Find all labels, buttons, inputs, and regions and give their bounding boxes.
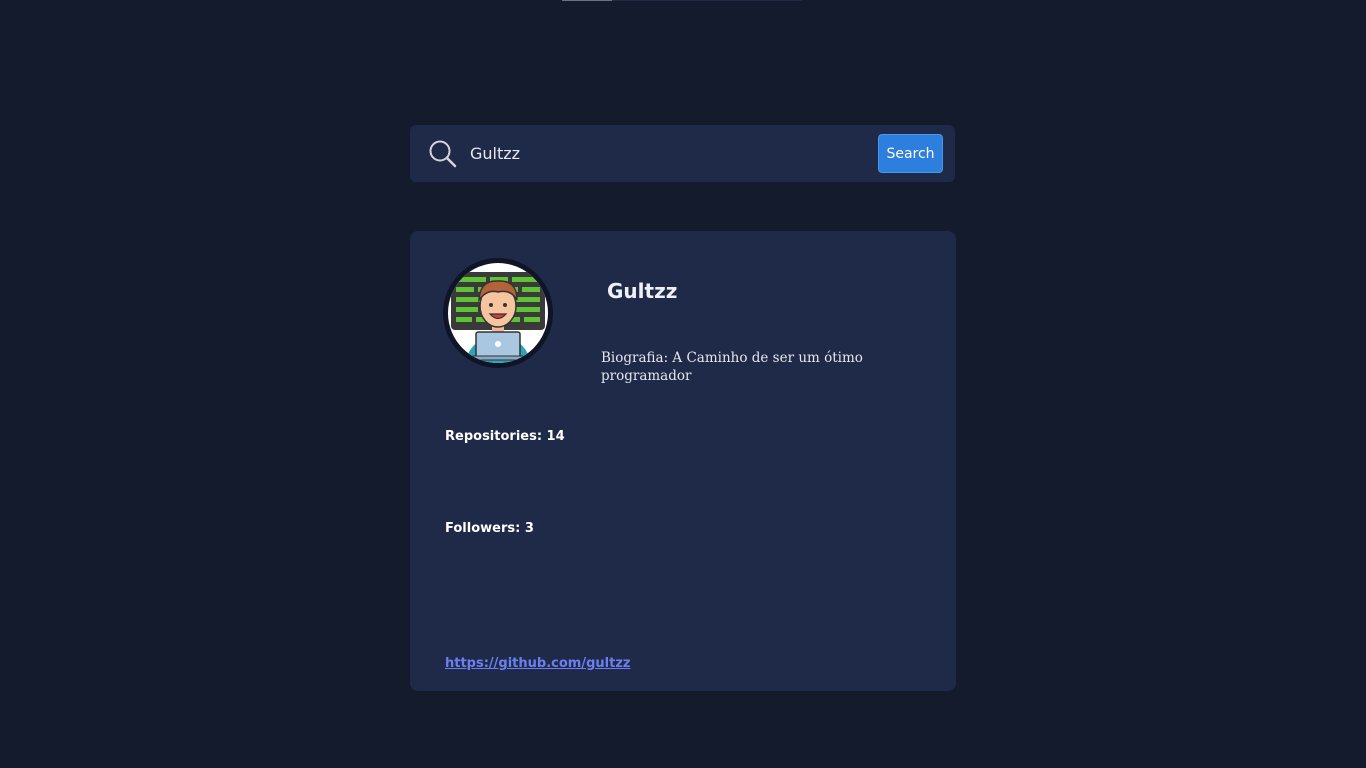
search-icon (428, 139, 458, 169)
avatar (443, 258, 553, 368)
profile-bio: Biografia: A Caminho de ser um ótimo pro… (601, 350, 863, 384)
repositories-count: Repositories: 14 (445, 429, 565, 444)
top-progress-segment (562, 0, 612, 1)
search-input[interactable] (470, 138, 865, 168)
top-progress-strip (562, 0, 802, 1)
search-button[interactable]: Search (878, 134, 943, 173)
followers-count: Followers: 3 (445, 521, 534, 536)
profile-name: Gultzz (607, 279, 678, 303)
github-profile-link[interactable]: https://github.com/gultzz (445, 656, 630, 671)
